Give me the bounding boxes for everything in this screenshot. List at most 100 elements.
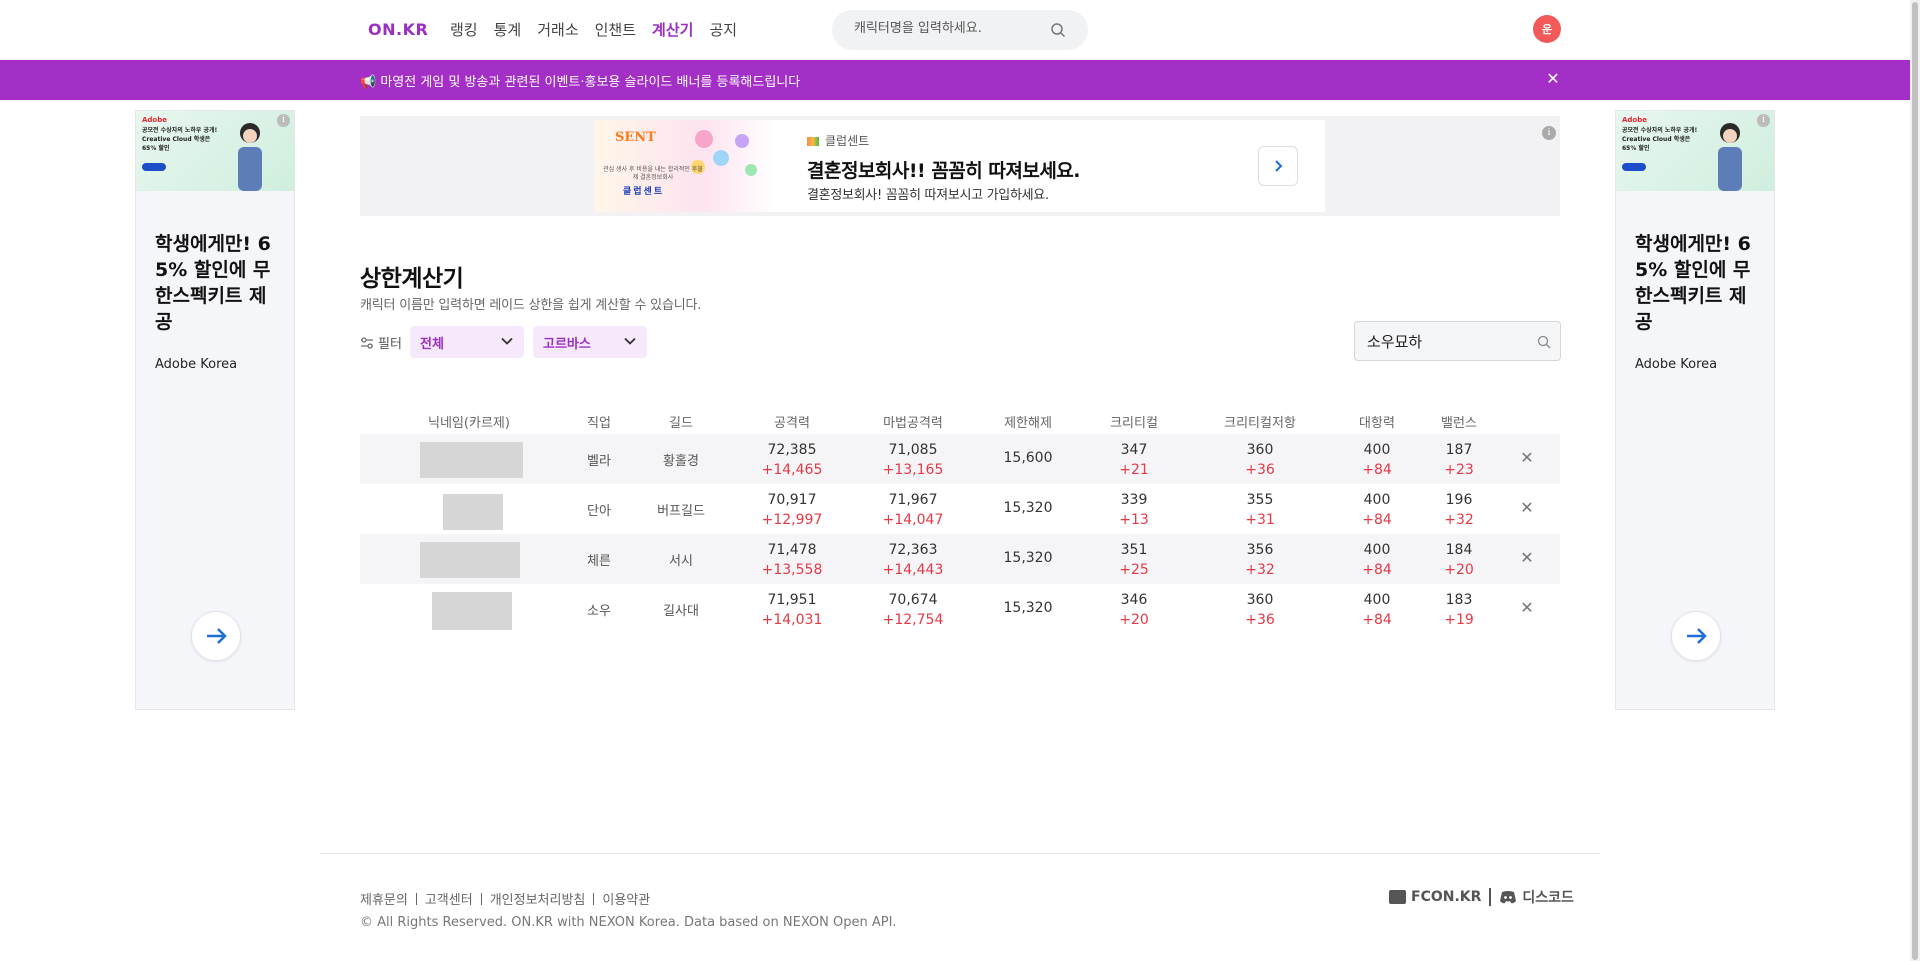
cell-attack: 70,917 +12,997 (761, 492, 823, 528)
footer-copyright: © All Rights Reserved. ON.KR with NEXON … (360, 915, 897, 930)
top-ad-info-icon[interactable]: i (1542, 126, 1556, 140)
footer-link-terms[interactable]: 이용약관 (602, 889, 650, 908)
cell-resistance: 400 +84 (1362, 492, 1392, 528)
remove-row-icon[interactable]: ✕ (1519, 450, 1535, 466)
cell-magic-attack: 72,363 +14,443 (882, 542, 944, 578)
character-image[interactable] (420, 442, 523, 478)
cell-critical-resist: 360 +36 (1245, 442, 1275, 478)
site-logo[interactable]: ON.KR (368, 20, 428, 39)
cell-resistance: 400 +84 (1362, 442, 1392, 478)
header-magic-attack: 마법공격력 (883, 416, 943, 431)
ad-image[interactable]: Adobe 공모전 수상자의 노하우 공개! Creative Cloud 학생… (1616, 111, 1774, 191)
calc-search-input[interactable] (1367, 332, 1527, 350)
filter-class-select[interactable]: 전체 (410, 326, 524, 358)
cell-critical: 347 +21 (1119, 442, 1149, 478)
top-ad[interactable]: SENT 관심 생사 후 비용을 내는 합리적인 후불제 결혼정보회사 클럽센트… (595, 120, 1556, 212)
nav-market[interactable]: 거래소 (537, 19, 578, 40)
cell-critical-resist: 356 +32 (1245, 542, 1275, 578)
cell-job: 소우 (587, 604, 611, 619)
header-limit-release: 제한해제 (1004, 416, 1052, 431)
cell-balance: 196 +32 (1444, 492, 1474, 528)
nav-stats[interactable]: 통계 (494, 19, 522, 40)
search-icon[interactable] (1050, 22, 1066, 38)
filter-raid-value: 고르바스 (543, 337, 591, 352)
character-search-box (832, 10, 1088, 50)
banner-close-icon[interactable]: ✕ (1544, 70, 1562, 88)
ad-pill (1622, 163, 1646, 171)
ad-company: Adobe Korea (1635, 357, 1718, 372)
table-header: 닉네임(카르제) 직업 길드 공격력 마법공격력 제한해제 크리티컬 크리티컬저… (360, 406, 1560, 434)
header-resistance: 대항력 (1359, 416, 1395, 431)
character-image[interactable] (420, 542, 520, 578)
cell-guild: 버프길드 (657, 504, 705, 519)
character-image[interactable] (443, 494, 503, 530)
ad-arrow-button[interactable] (191, 611, 241, 661)
remove-row-icon[interactable]: ✕ (1519, 500, 1535, 516)
nav-enchant[interactable]: 인챈트 (595, 19, 636, 40)
cell-critical: 346 +20 (1119, 592, 1149, 628)
cell-limit: 15,320 (1003, 600, 1053, 616)
cell-critical: 351 +25 (1119, 542, 1149, 578)
right-side-ad[interactable]: Adobe 공모전 수상자의 노하우 공개! Creative Cloud 학생… (1615, 110, 1775, 710)
ad-info-icon[interactable]: i (277, 114, 290, 127)
top-ad-title[interactable]: 결혼정보회사!! 꼼꼼히 따져보세요. (807, 156, 1081, 183)
ad-title[interactable]: 학생에게만! 65% 할인에 무한스펙키트 제공 (1635, 231, 1763, 335)
table-row[interactable]: 체른 서시 71,478 +13,558 72,363 +14,443 15,320… (360, 534, 1560, 584)
footer-external-links: FCON.KR 디스코드 (1389, 887, 1574, 907)
ad-arrow-button[interactable] (1671, 611, 1721, 661)
chevron-right-icon (1275, 160, 1283, 172)
top-ad-desc: 결혼정보회사! 꼼꼼히 따져보시고 가입하세요. (807, 188, 1049, 203)
scrollbar-thumb[interactable] (1912, 2, 1918, 960)
fcon-link[interactable]: FCON.KR (1411, 889, 1481, 905)
header-job: 직업 (587, 416, 611, 431)
ad-title[interactable]: 학생에게만! 65% 할인에 무한스펙키트 제공 (155, 231, 283, 335)
character-image[interactable] (432, 592, 512, 630)
discord-link[interactable]: 디스코드 (1522, 887, 1574, 907)
table-row[interactable]: 소우 길사대 71,951 +14,031 70,674 +12,754 15,32… (360, 584, 1560, 634)
remove-row-icon[interactable]: ✕ (1519, 600, 1535, 616)
chevron-down-icon (624, 337, 636, 345)
character-search-input[interactable] (854, 21, 1044, 36)
calc-search-box (1354, 321, 1561, 361)
ad-image-text: 공모전 수상자의 노하우 공개! Creative Cloud 학생은 65% … (1622, 127, 1698, 152)
ad-image[interactable]: Adobe 공모전 수상자의 노하우 공개! Creative Cloud 학생… (136, 111, 294, 191)
footer-link-support[interactable]: 고객센터 (425, 889, 473, 908)
cell-attack: 71,478 +13,558 (761, 542, 823, 578)
top-ad-arrow-button[interactable] (1258, 146, 1298, 186)
top-ad-brand: 클럽센트 (807, 132, 869, 149)
top-ad-image[interactable]: SENT 관심 생사 후 비용을 내는 합리적인 후불제 결혼정보회사 클럽센트 (595, 120, 775, 212)
remove-row-icon[interactable]: ✕ (1519, 550, 1535, 566)
ad-info-icon[interactable]: i (1757, 114, 1770, 127)
header-critical: 크리티컬 (1110, 416, 1158, 431)
header-guild: 길드 (669, 416, 693, 431)
nav-calculator[interactable]: 계산기 (652, 19, 693, 40)
person-illustration-icon (1718, 123, 1742, 191)
table-row[interactable]: 벨라 황홀경 72,385 +14,465 71,085 +13,165 15,60… (360, 434, 1560, 484)
header-critical-resist: 크리티컬저항 (1224, 416, 1296, 431)
cell-resistance: 400 +84 (1362, 592, 1392, 628)
nav-ranking[interactable]: 랭킹 (450, 19, 478, 40)
brand-logo-icon (807, 137, 819, 146)
footer-separator (415, 892, 417, 905)
banner-text[interactable]: 📢 마영전 게임 및 방송과 관련된 이벤트·홍보용 슬라이드 배너를 등록해드… (360, 71, 800, 90)
left-side-ad[interactable]: Adobe 공모전 수상자의 노하우 공개! Creative Cloud 학생… (135, 110, 295, 710)
user-avatar[interactable]: 운 (1533, 15, 1561, 43)
filter-raid-select[interactable]: 고르바스 (533, 326, 647, 358)
cell-job: 체른 (587, 554, 611, 569)
main-nav: 랭킹 통계 거래소 인챈트 계산기 공지 (450, 19, 753, 40)
page-subtitle: 캐릭터 이름만 입력하면 레이드 상한을 쉽게 계산할 수 있습니다. (360, 298, 702, 313)
promo-banner[interactable]: 📢 마영전 게임 및 방송과 관련된 이벤트·홍보용 슬라이드 배너를 등록해드… (0, 60, 1910, 100)
arrow-right-icon (207, 628, 227, 644)
footer-link-partnership[interactable]: 제휴문의 (360, 889, 408, 908)
cell-magic-attack: 71,967 +14,047 (882, 492, 944, 528)
footer-link-privacy[interactable]: 개인정보처리방침 (490, 889, 586, 908)
cell-critical-resist: 360 +36 (1245, 592, 1275, 628)
nav-notice[interactable]: 공지 (709, 19, 737, 40)
stats-table: 닉네임(카르제) 직업 길드 공격력 마법공격력 제한해제 크리티컬 크리티컬저… (360, 406, 1560, 634)
footer-right-divider (1489, 888, 1492, 906)
table-row[interactable]: 단아 버프길드 70,917 +12,997 71,967 +14,047 15,3… (360, 484, 1560, 534)
search-icon[interactable] (1537, 335, 1551, 349)
cell-limit: 15,320 (1003, 550, 1053, 566)
cell-guild: 서시 (669, 554, 693, 569)
cell-guild: 황홀경 (663, 454, 699, 469)
